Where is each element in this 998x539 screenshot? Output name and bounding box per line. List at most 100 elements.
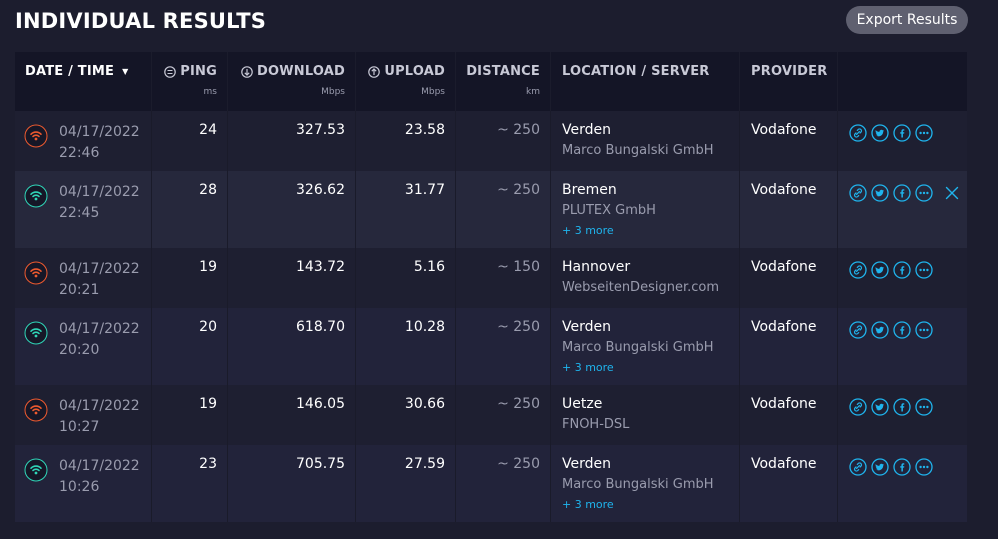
link-icon[interactable] — [849, 398, 867, 416]
upload-value: 30.66 — [404, 396, 445, 412]
link-icon[interactable] — [849, 124, 867, 142]
upload-cell: 5.16 — [356, 248, 456, 308]
header-provider[interactable]: PROVIDER — [740, 52, 838, 111]
header-date[interactable]: DATE / TIME ▼ — [15, 52, 152, 111]
result-time: 10:27 — [59, 419, 100, 435]
table-row[interactable]: 04/17/2022 10:27 19 146.05 30.66 ~ 250 U… — [15, 385, 967, 445]
facebook-icon[interactable] — [893, 458, 911, 476]
result-date: 04/17/2022 — [59, 261, 140, 277]
location-cell: Verden Marco Bungalski GmbH — [551, 111, 740, 171]
twitter-icon[interactable] — [871, 458, 889, 476]
facebook-icon[interactable] — [893, 261, 911, 279]
header-actions — [838, 52, 967, 111]
twitter-icon[interactable] — [871, 321, 889, 339]
header-download[interactable]: DOWNLOAD Mbps — [228, 52, 356, 111]
twitter-icon[interactable] — [871, 261, 889, 279]
provider-cell: Vodafone — [740, 248, 838, 308]
actions-cell — [838, 171, 967, 248]
provider-cell: Vodafone — [740, 385, 838, 445]
connection-quality-icon — [24, 184, 48, 208]
table-row[interactable]: 04/17/2022 22:45 28 326.62 31.77 ~ 250 B… — [15, 171, 967, 248]
upload-cell: 23.58 — [356, 111, 456, 171]
result-date: 04/17/2022 — [59, 458, 140, 474]
ping-cell: 28 — [152, 171, 228, 248]
more-servers-link[interactable]: + 3 more — [562, 224, 614, 237]
header-upload[interactable]: UPLOAD Mbps — [356, 52, 456, 111]
location-city: Bremen — [562, 182, 617, 198]
upload-icon — [368, 65, 381, 78]
header-ping-unit: ms — [203, 87, 217, 97]
header-location[interactable]: LOCATION / SERVER — [551, 52, 740, 111]
ping-cell: 24 — [152, 111, 228, 171]
actions-cell — [838, 111, 967, 171]
more-options-icon[interactable] — [915, 398, 933, 416]
provider-cell: Vodafone — [740, 445, 838, 522]
download-value: 326.62 — [296, 182, 345, 198]
date-cell: 04/17/2022 10:27 — [15, 385, 152, 445]
table-row[interactable]: 04/17/2022 20:20 20 618.70 10.28 ~ 250 V… — [15, 308, 967, 385]
link-icon[interactable] — [849, 321, 867, 339]
link-icon[interactable] — [849, 261, 867, 279]
header-ping-label: PING — [180, 64, 217, 79]
twitter-icon[interactable] — [871, 184, 889, 202]
ping-cell: 23 — [152, 445, 228, 522]
facebook-icon[interactable] — [893, 184, 911, 202]
more-options-icon[interactable] — [915, 458, 933, 476]
ping-icon — [164, 65, 177, 78]
result-time: 20:21 — [59, 282, 100, 298]
provider-name: Vodafone — [751, 319, 817, 335]
distance-value: ~ 250 — [497, 182, 540, 198]
ping-value: 24 — [199, 122, 217, 138]
location-city: Uetze — [562, 396, 603, 412]
header-distance[interactable]: DISTANCE km — [456, 52, 551, 111]
ping-cell: 19 — [152, 248, 228, 308]
header-ping[interactable]: PING ms — [152, 52, 228, 111]
ping-cell: 20 — [152, 308, 228, 385]
header-distance-label: DISTANCE — [466, 64, 540, 79]
download-cell: 146.05 — [228, 385, 356, 445]
table-body: 04/17/2022 22:46 24 327.53 23.58 ~ 250 V… — [15, 111, 967, 522]
more-servers-link[interactable]: + 3 more — [562, 361, 614, 374]
more-options-icon[interactable] — [915, 321, 933, 339]
header-upload-unit: Mbps — [421, 87, 445, 97]
provider-name: Vodafone — [751, 396, 817, 412]
twitter-icon[interactable] — [871, 124, 889, 142]
download-value: 618.70 — [296, 319, 345, 335]
location-cell: Bremen PLUTEX GmbH + 3 more — [551, 171, 740, 248]
result-time: 20:20 — [59, 342, 100, 358]
more-options-icon[interactable] — [915, 184, 933, 202]
distance-cell: ~ 250 — [456, 111, 551, 171]
more-options-icon[interactable] — [915, 261, 933, 279]
table-row[interactable]: 04/17/2022 10:26 23 705.75 27.59 ~ 250 V… — [15, 445, 967, 522]
delete-result-close-icon[interactable] — [945, 186, 959, 200]
upload-cell: 30.66 — [356, 385, 456, 445]
date-cell: 04/17/2022 22:46 — [15, 111, 152, 171]
link-icon[interactable] — [849, 184, 867, 202]
facebook-icon[interactable] — [893, 398, 911, 416]
table-row[interactable]: 04/17/2022 20:21 19 143.72 5.16 ~ 150 Ha… — [15, 248, 967, 308]
download-cell: 705.75 — [228, 445, 356, 522]
upload-cell: 10.28 — [356, 308, 456, 385]
location-cell: Hannover WebseitenDesigner.com — [551, 248, 740, 308]
location-server: FNOH-DSL — [562, 417, 630, 432]
distance-value: ~ 250 — [497, 319, 540, 335]
facebook-icon[interactable] — [893, 321, 911, 339]
distance-cell: ~ 250 — [456, 171, 551, 248]
table-row[interactable]: 04/17/2022 22:46 24 327.53 23.58 ~ 250 V… — [15, 111, 967, 171]
more-options-icon[interactable] — [915, 124, 933, 142]
ping-value: 19 — [199, 396, 217, 412]
upload-value: 23.58 — [404, 122, 445, 138]
export-results-button[interactable]: Export Results — [846, 6, 968, 34]
download-cell: 327.53 — [228, 111, 356, 171]
result-time: 10:26 — [59, 479, 100, 495]
upload-value: 27.59 — [404, 456, 445, 472]
ping-value: 19 — [199, 259, 217, 275]
link-icon[interactable] — [849, 458, 867, 476]
facebook-icon[interactable] — [893, 124, 911, 142]
distance-value: ~ 250 — [497, 396, 540, 412]
actions-cell — [838, 308, 967, 385]
more-servers-link[interactable]: + 3 more — [562, 498, 614, 511]
twitter-icon[interactable] — [871, 398, 889, 416]
provider-cell: Vodafone — [740, 111, 838, 171]
location-server: PLUTEX GmbH — [562, 203, 656, 218]
